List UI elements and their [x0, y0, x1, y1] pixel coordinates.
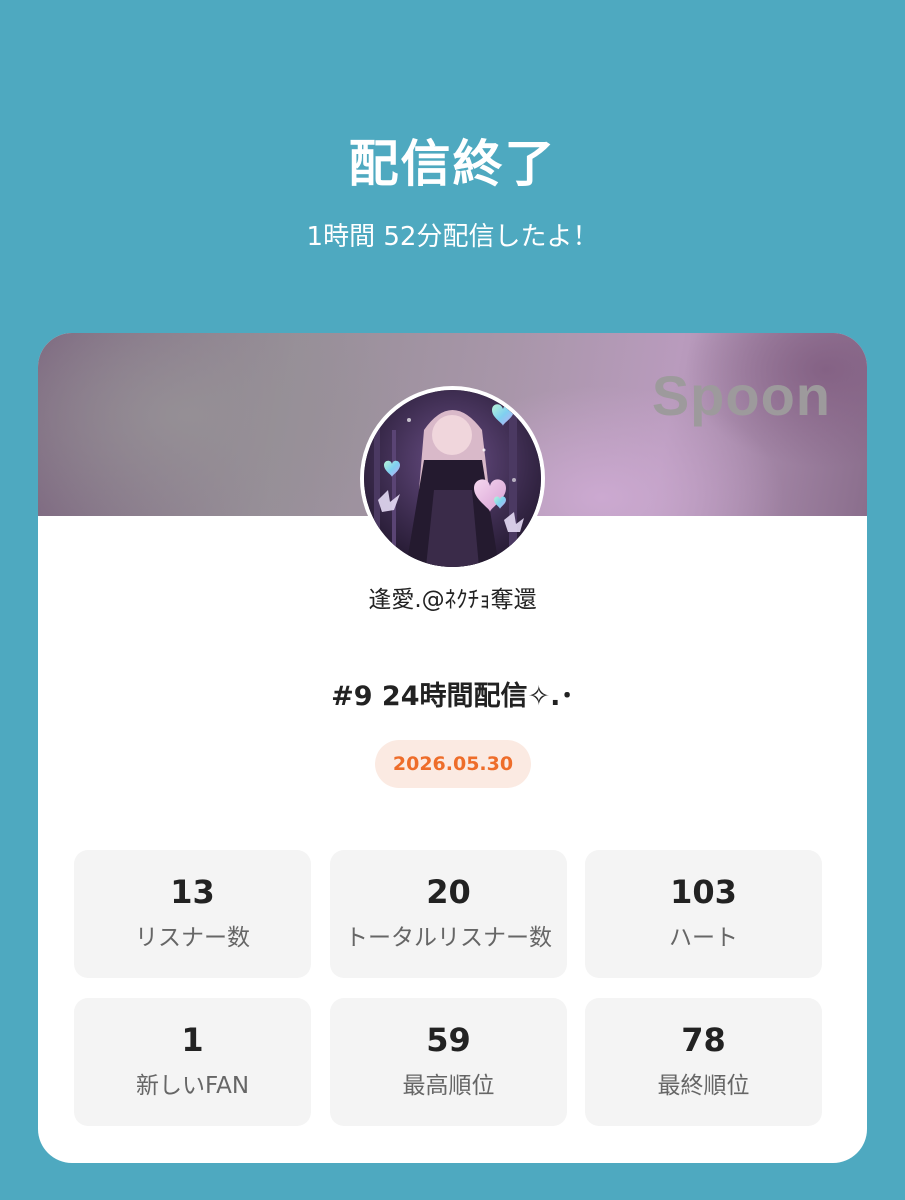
page-title: 配信終了	[348, 135, 557, 193]
stat-total-listeners: 20 トータルリスナー数	[330, 850, 567, 978]
stat-label: リスナー数	[135, 925, 250, 951]
stat-value: 59	[426, 1021, 471, 1059]
stat-value: 13	[170, 873, 215, 911]
live-title: #9 24時間配信✧.･	[331, 681, 574, 712]
stat-value: 1	[181, 1021, 204, 1059]
broadcast-summary-card: Spoon 逢愛.@ﾈｸﾁｮ奪還 #9 24時間配信✧.･ 2026.05.30…	[38, 333, 867, 1163]
stat-hearts: 103 ハート	[585, 850, 822, 978]
stat-final-rank: 78 最終順位	[585, 998, 822, 1126]
spoon-logo: Spoon	[651, 364, 831, 427]
stat-listeners: 13 リスナー数	[74, 850, 311, 978]
stat-highest-rank: 59 最高順位	[330, 998, 567, 1126]
stat-label: トータルリスナー数	[345, 925, 552, 951]
stat-value: 20	[426, 873, 471, 911]
stat-new-fans: 1 新しいFAN	[74, 998, 311, 1126]
stat-value: 78	[681, 1021, 726, 1059]
stat-value: 103	[670, 873, 737, 911]
avatar[interactable]	[360, 386, 545, 571]
broadcast-duration: 1時間 52分配信したよ！	[306, 222, 599, 252]
stat-label: 最高順位	[402, 1073, 495, 1099]
avatar-image	[364, 390, 541, 567]
username[interactable]: 逢愛.@ﾈｸﾁｮ奪還	[38, 583, 867, 617]
date-badge: 2026.05.30	[375, 740, 531, 788]
stat-label: ハート	[669, 925, 738, 951]
stat-label: 最終順位	[657, 1073, 750, 1099]
stat-label: 新しいFAN	[135, 1073, 250, 1099]
